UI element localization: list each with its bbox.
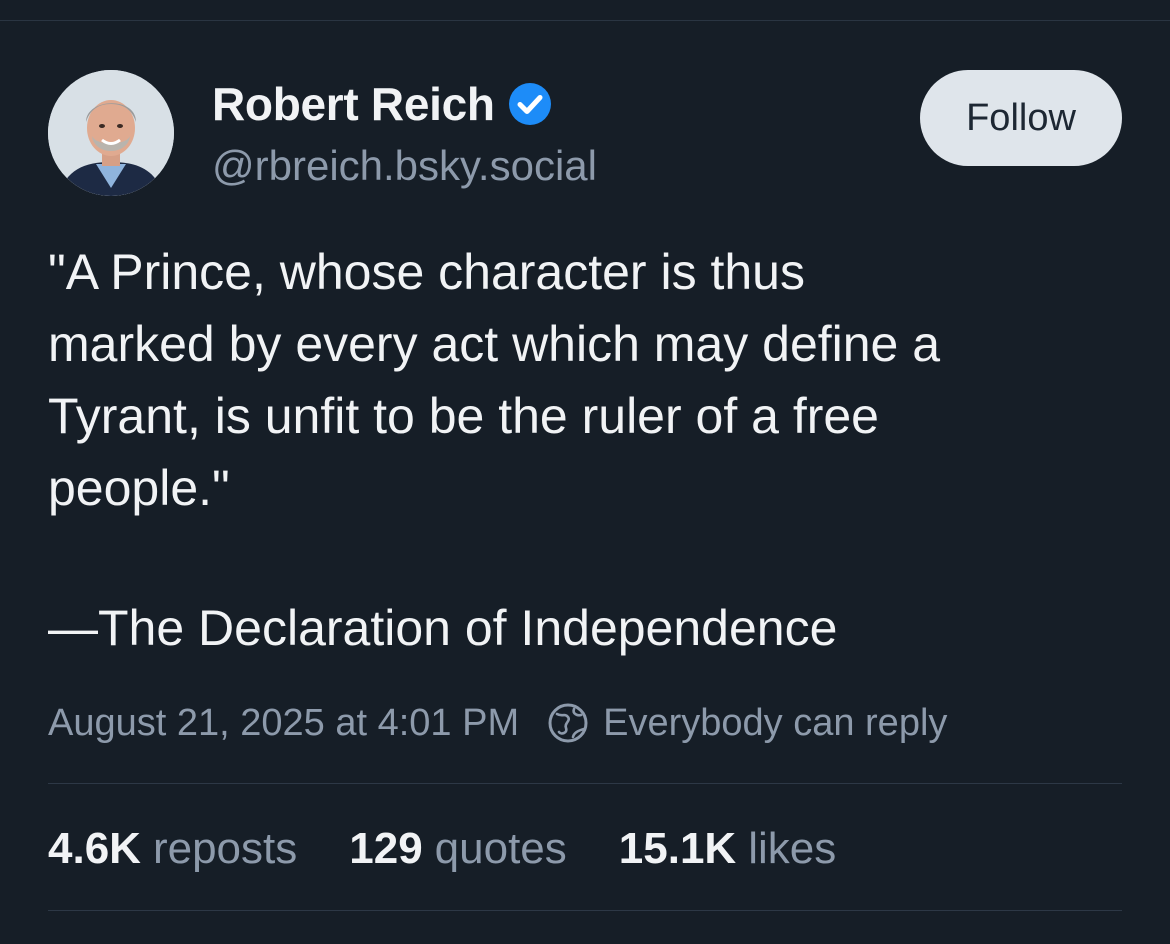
- post-attribution: —The Declaration of Independence: [48, 600, 838, 656]
- post-text-line: Tyrant, is unfit to be the ruler of a fr…: [48, 388, 879, 444]
- quotes-count: 129: [349, 824, 423, 873]
- likes-count: 15.1K: [618, 824, 737, 873]
- post-meta: August 21, 2025 at 4:01 PM Everybody can…: [48, 698, 947, 748]
- avatar-photo: [48, 70, 174, 196]
- quotes-label: quotes: [434, 824, 567, 873]
- divider: [48, 910, 1122, 911]
- engagement-stats: 4.6K reposts 129 quotes 15.1K likes: [48, 822, 888, 876]
- author-name-row: Robert Reich: [212, 76, 553, 132]
- top-divider: [0, 20, 1170, 21]
- post-text-line: "A Prince, whose character is thus: [48, 244, 805, 300]
- reposts-count: 4.6K: [48, 824, 141, 873]
- reposts-label: reposts: [152, 824, 298, 873]
- likes-label: likes: [748, 824, 837, 873]
- reply-setting[interactable]: Everybody can reply: [603, 698, 947, 748]
- post-text-line: people.": [48, 460, 230, 516]
- verified-badge-icon[interactable]: [507, 81, 553, 127]
- likes-stat[interactable]: 15.1K likes: [619, 822, 836, 876]
- author-display-name[interactable]: Robert Reich: [212, 76, 495, 132]
- follow-button[interactable]: Follow: [920, 70, 1122, 166]
- reposts-stat[interactable]: 4.6K reposts: [48, 822, 297, 876]
- quotes-stat[interactable]: 129 quotes: [349, 822, 567, 876]
- divider: [48, 783, 1122, 784]
- post-text: "A Prince, whose character is thus marke…: [48, 236, 1128, 524]
- globe-icon: [548, 703, 588, 743]
- post-text-line: marked by every act which may define a: [48, 316, 941, 372]
- author-handle[interactable]: @rbreich.bsky.social: [212, 140, 597, 192]
- post-timestamp[interactable]: August 21, 2025 at 4:01 PM: [48, 698, 519, 748]
- avatar[interactable]: [48, 70, 174, 196]
